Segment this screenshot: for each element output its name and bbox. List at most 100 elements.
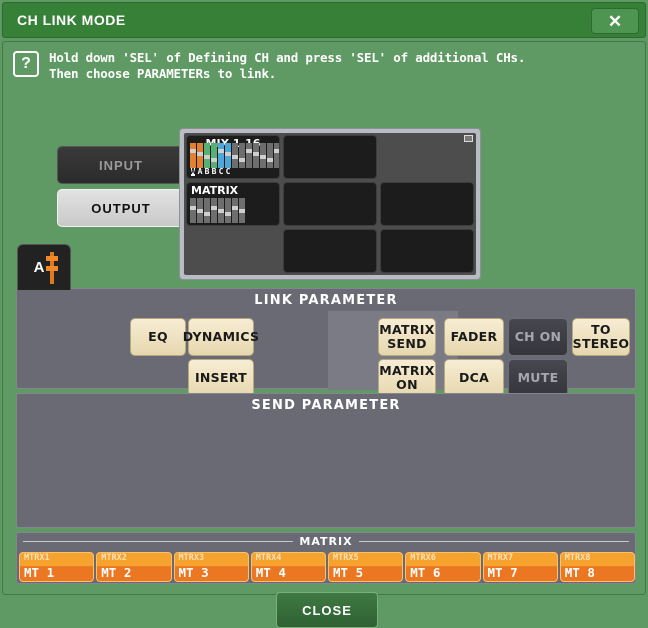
fader-track bbox=[232, 198, 238, 223]
link-param-ch-on-button[interactable]: CH ON bbox=[508, 318, 568, 356]
matrix-button-name: MT 1 bbox=[24, 565, 55, 580]
matrix-button-id: MTRX1 bbox=[24, 553, 50, 563]
fader-knob bbox=[218, 209, 224, 213]
matrix-group-panel: MATRIX MTRX1 MT 1 MTRX2 MT 2 MTRX3 MT 3 MTRX4 M… bbox=[16, 532, 636, 584]
link-param-eq-button[interactable]: EQ bbox=[130, 318, 186, 356]
bank-cell-0[interactable]: MIX 1-16AABBCC bbox=[186, 135, 280, 179]
link-group-letter bbox=[268, 168, 273, 176]
fader-track bbox=[218, 143, 224, 168]
fader-knob bbox=[239, 209, 245, 213]
button-label-line1: MATRIX bbox=[379, 363, 435, 378]
send-parameter-title: SEND PARAMETER bbox=[251, 398, 401, 413]
link-param-matrix-send-button[interactable]: MATRIX SEND bbox=[378, 318, 436, 356]
fader-knob bbox=[218, 149, 224, 153]
window-titlebar: CH LINK MODE ✕ bbox=[2, 2, 646, 38]
mini-fader bbox=[267, 143, 273, 176]
matrix-button-id: MTRX7 bbox=[487, 553, 514, 563]
help-line-2: Then choose PARAMETERs to link. bbox=[49, 66, 277, 81]
link-param-dynamics-button[interactable]: DYNAMICS bbox=[183, 318, 259, 356]
link-group-letter bbox=[233, 168, 238, 176]
matrix-button-name: MT 8 bbox=[564, 565, 595, 580]
button-label-line1: TO bbox=[591, 322, 611, 337]
link-group-letter: A bbox=[190, 167, 196, 176]
fader-knob bbox=[204, 155, 210, 159]
fader-track bbox=[239, 143, 245, 168]
legend-rule-right bbox=[358, 541, 629, 542]
fader-icon bbox=[46, 251, 59, 284]
matrix-button[interactable]: MTRX3 MT 3 bbox=[173, 552, 249, 582]
fader-track bbox=[190, 198, 196, 223]
mini-fader: A bbox=[197, 143, 203, 176]
link-param-mute-button[interactable]: MUTE bbox=[508, 359, 568, 397]
matrix-button-name: MT 6 bbox=[410, 565, 441, 580]
bank-cell-3[interactable]: MATRIX bbox=[186, 182, 280, 226]
button-label-line1: DCA bbox=[458, 370, 490, 385]
link-param-fader-button[interactable]: FADER bbox=[444, 318, 504, 356]
matrix-button-name: MT 5 bbox=[333, 565, 364, 580]
fader-knob bbox=[211, 206, 217, 210]
bank-cell-8[interactable] bbox=[380, 229, 474, 273]
fader-track bbox=[246, 143, 252, 168]
button-label-line1: CH ON bbox=[514, 329, 562, 344]
help-text: Hold down 'SEL' of Defining CH and press… bbox=[49, 50, 525, 82]
fader-track bbox=[239, 198, 245, 223]
mini-fader: A bbox=[190, 143, 196, 176]
bank-cell-6[interactable] bbox=[186, 229, 280, 273]
input-tab-button[interactable]: INPUT bbox=[57, 146, 185, 184]
mini-fader: C bbox=[218, 143, 224, 176]
window-title: CH LINK MODE bbox=[17, 12, 126, 28]
matrix-button-id: MTRX6 bbox=[410, 553, 436, 563]
channel-bank-panel: MIX 1-16AABBCC MATRIX bbox=[179, 128, 481, 280]
button-label-line1: EQ bbox=[148, 329, 168, 344]
button-label-line1: DYNAMICS bbox=[182, 329, 260, 344]
matrix-button[interactable]: MTRX6 MT 6 bbox=[405, 552, 481, 582]
matrix-button-name: MT 2 bbox=[101, 565, 132, 580]
link-parameter-title: LINK PARAMETER bbox=[254, 293, 398, 308]
matrix-button[interactable]: MTRX8 MT 8 bbox=[559, 552, 635, 582]
bank-cell-5[interactable] bbox=[380, 182, 474, 226]
fader-track bbox=[225, 143, 231, 168]
fader-knob bbox=[190, 149, 196, 153]
link-param-to-stereo-button[interactable]: TO STEREO bbox=[572, 318, 630, 356]
mini-fader bbox=[232, 143, 238, 176]
bank-cell-4[interactable] bbox=[283, 182, 377, 226]
matrix-button-name: MT 3 bbox=[178, 565, 209, 580]
close-icon[interactable]: ✕ bbox=[591, 8, 639, 34]
question-mark-icon: ? bbox=[13, 51, 39, 77]
matrix-button[interactable]: MTRX4 MT 4 bbox=[250, 552, 326, 582]
matrix-button[interactable]: MTRX5 MT 5 bbox=[328, 552, 404, 582]
mini-fader bbox=[211, 198, 217, 223]
matrix-group-legend-text: MATRIX bbox=[299, 535, 353, 548]
fader-knob bbox=[260, 155, 266, 159]
fader-track bbox=[225, 198, 231, 223]
link-group-letter bbox=[247, 168, 252, 176]
bank-cell-1[interactable] bbox=[283, 135, 377, 179]
send-parameter-panel: SEND PARAMETER bbox=[16, 393, 636, 528]
bank-cell-2[interactable] bbox=[380, 135, 474, 179]
matrix-button[interactable]: MTRX2 MT 2 bbox=[96, 552, 172, 582]
resize-grip-icon[interactable] bbox=[464, 135, 473, 142]
link-group-letter bbox=[254, 168, 259, 176]
matrix-button-id: MTRX8 bbox=[564, 553, 591, 563]
fader-knob bbox=[211, 158, 217, 162]
link-group-tab-label: A bbox=[33, 259, 45, 276]
help-line-1: Hold down 'SEL' of Defining CH and press… bbox=[49, 50, 526, 65]
link-param-dca-button[interactable]: DCA bbox=[444, 359, 504, 397]
output-tab-button[interactable]: OUTPUT bbox=[57, 189, 185, 227]
bank-cell-label: MATRIX bbox=[191, 184, 239, 197]
link-param-matrix-on-button[interactable]: MATRIX ON bbox=[378, 359, 436, 397]
mini-fader bbox=[246, 143, 252, 176]
fader-track bbox=[211, 198, 217, 223]
fader-knob bbox=[239, 158, 245, 162]
fader-knob bbox=[232, 206, 238, 210]
link-param-insert-button[interactable]: INSERT bbox=[188, 359, 254, 397]
matrix-button[interactable]: MTRX1 MT 1 bbox=[19, 552, 95, 582]
link-group-letter: C bbox=[225, 167, 231, 176]
close-button[interactable]: CLOSE bbox=[276, 592, 378, 628]
mini-fader bbox=[225, 198, 231, 223]
link-group-tab-a[interactable]: A bbox=[17, 244, 71, 290]
button-label-line1: MATRIX bbox=[379, 322, 435, 337]
link-group-letter: B bbox=[211, 167, 217, 176]
matrix-button[interactable]: MTRX7 MT 7 bbox=[482, 552, 558, 582]
bank-cell-7[interactable] bbox=[283, 229, 377, 273]
